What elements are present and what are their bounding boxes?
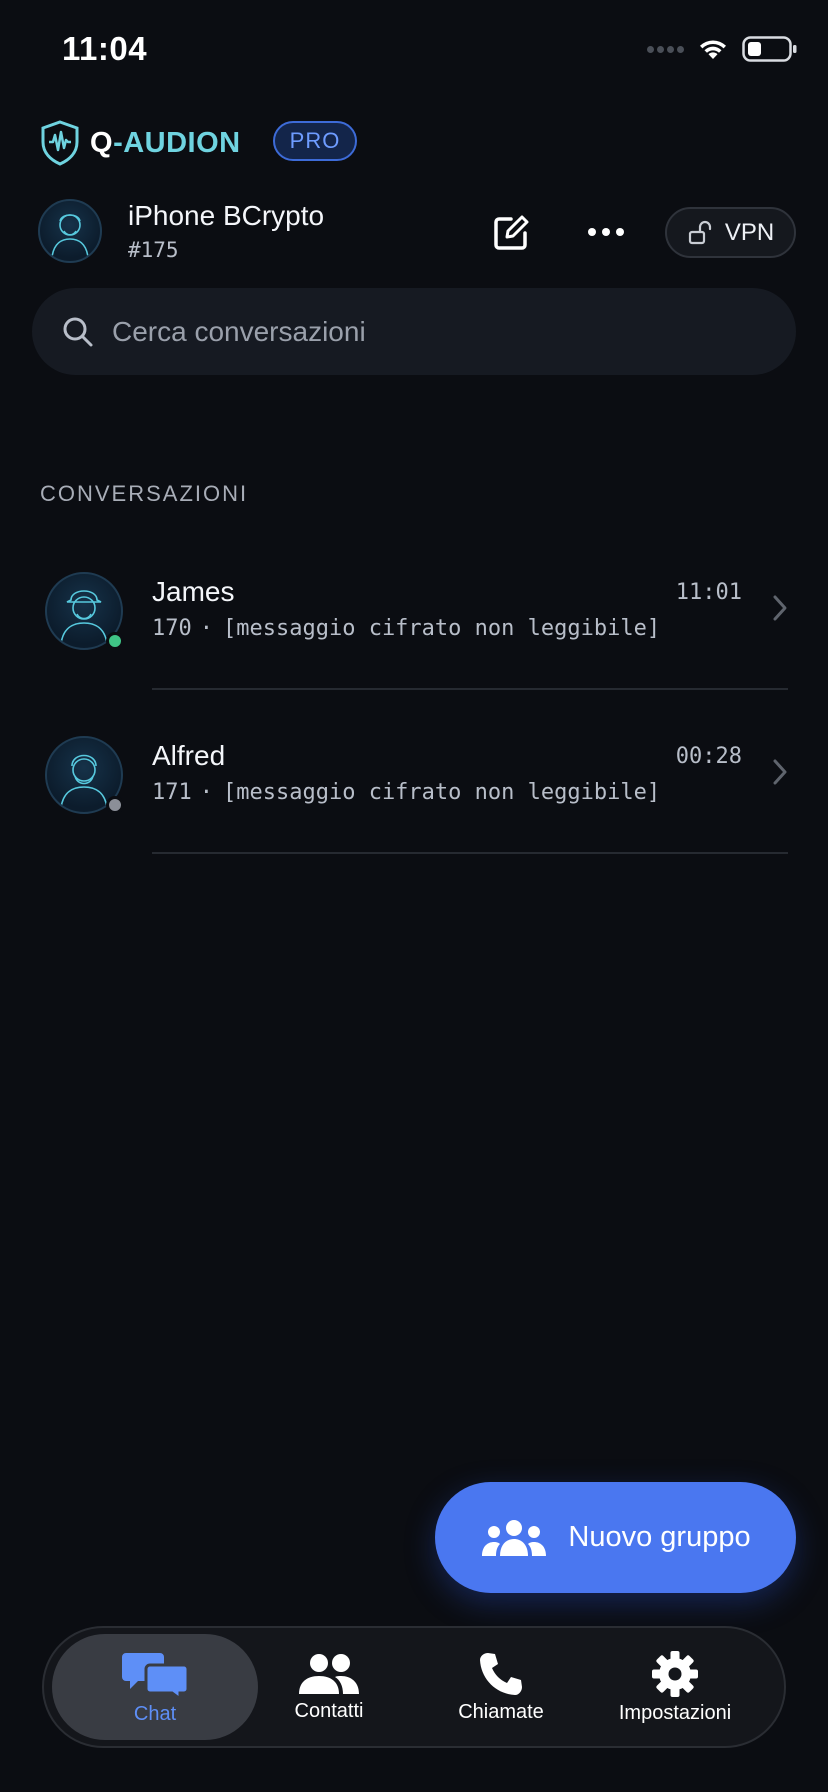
vpn-label: VPN <box>724 218 775 246</box>
section-title: CONVERSAZIONI <box>40 481 249 506</box>
tab-label: Chiamate <box>458 1700 544 1723</box>
shield-logo-icon <box>41 120 79 166</box>
vpn-button[interactable]: VPN <box>665 207 796 258</box>
brand-name-rest: -AUDION <box>113 126 241 159</box>
wifi-icon <box>700 40 726 59</box>
status-icons <box>647 36 798 62</box>
unlock-icon <box>688 220 711 244</box>
cellular-signal-icon <box>647 45 684 53</box>
conversation-preview: 170 · [messaggio cifrato non leggibile] <box>152 616 661 641</box>
contacts-icon <box>299 1653 359 1694</box>
group-icon <box>482 1519 547 1556</box>
conversation-number: 171 <box>152 780 192 805</box>
brand-name: Q-AUDION <box>90 127 241 160</box>
tab-label: Chat <box>133 1702 177 1725</box>
conversation-message: [messaggio cifrato non leggibile] <box>223 616 661 641</box>
pro-badge: PRO <box>273 121 357 161</box>
battery-icon <box>742 36 797 62</box>
profile-id: #175 <box>128 238 179 262</box>
tab-chiamate[interactable]: Chiamate <box>416 1628 586 1746</box>
online-status-dot <box>106 632 124 650</box>
chevron-right-icon <box>773 759 787 785</box>
more-options-button[interactable] <box>584 214 628 250</box>
brand-logo: Q-AUDION <box>40 120 241 166</box>
brand-name-q: Q <box>90 126 114 159</box>
profile-name: iPhone BCrypto <box>128 200 325 231</box>
divider <box>152 852 788 854</box>
tab-label: Contatti <box>294 1699 364 1722</box>
conversation-time: 00:28 <box>675 744 742 769</box>
offline-status-dot <box>106 796 124 814</box>
conversation-number: 170 <box>152 616 192 641</box>
conversation-row-james[interactable]: James 11:01 170 · [messaggio cifrato non l… <box>0 528 828 692</box>
search-icon <box>63 317 93 346</box>
compose-button[interactable] <box>488 210 534 256</box>
conversation-message: [messaggio cifrato non leggibile] <box>223 780 661 805</box>
new-group-label: Nuovo gruppo <box>568 1521 751 1553</box>
divider <box>152 688 788 690</box>
new-group-button[interactable]: Nuovo gruppo <box>435 1482 796 1593</box>
search-input[interactable] <box>112 315 712 348</box>
phone-icon <box>480 1652 522 1695</box>
status-time: 11:04 <box>62 30 148 67</box>
search-bar[interactable] <box>32 288 796 375</box>
conversation-time: 11:01 <box>675 580 742 605</box>
conversation-name: Alfred <box>152 740 226 771</box>
conversation-preview: 171 · [messaggio cifrato non leggibile] <box>152 780 661 805</box>
conversation-name: James <box>152 576 235 607</box>
ellipsis-icon <box>588 228 624 236</box>
tab-impostazioni[interactable]: Impostazioni <box>590 1628 760 1746</box>
tab-chat[interactable]: Chat <box>70 1628 240 1746</box>
tab-bar: Chat Contatti Chiamate Impostazioni <box>42 1626 786 1748</box>
tab-contatti[interactable]: Contatti <box>244 1628 414 1746</box>
tab-label: Impostazioni <box>618 1701 732 1724</box>
conversation-row-alfred[interactable]: Alfred 00:28 171 · [messaggio cifrato non … <box>0 692 828 856</box>
gear-icon <box>652 1650 698 1697</box>
compose-icon <box>494 215 529 250</box>
chevron-right-icon <box>773 595 787 621</box>
chat-bubbles-icon <box>122 1652 188 1699</box>
profile-avatar[interactable] <box>38 199 102 263</box>
